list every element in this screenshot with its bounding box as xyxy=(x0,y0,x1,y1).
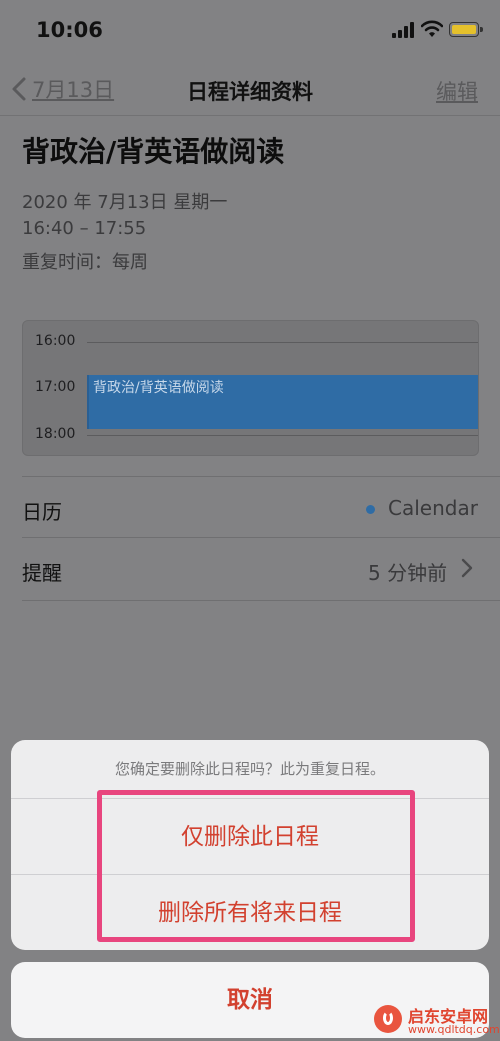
calendar-row-value[interactable]: Calendar xyxy=(388,496,478,520)
watermark-url: www.qdltdq.com xyxy=(408,1023,500,1036)
calendar-color-dot xyxy=(366,505,375,514)
cellular-signal-icon xyxy=(392,22,414,38)
action-sheet-message: 您确定要删除此日程吗？此为重复日程。 xyxy=(114,760,385,778)
event-title: 背政治/背英语做阅读 xyxy=(22,135,285,168)
wifi-icon xyxy=(421,20,443,37)
reminder-row-label: 提醒 xyxy=(22,561,62,585)
divider xyxy=(0,115,500,116)
page-title: 日程详细资料 xyxy=(187,80,313,104)
event-date: 2020 年 7月13日 星期一 xyxy=(22,192,228,213)
timeline-event-label: 背政治/背英语做阅读 xyxy=(93,380,224,396)
delete-future-events-button[interactable]: 删除所有将来日程 xyxy=(11,875,489,950)
day-timeline-preview: 16:00 17:00 18:00 背政治/背英语做阅读 xyxy=(22,320,479,456)
divider xyxy=(22,600,500,601)
watermark: 启东安卓网 www.qdltdq.com xyxy=(372,1001,500,1041)
hour-label: 18:00 xyxy=(35,426,76,442)
watermark-logo-icon xyxy=(374,1005,402,1033)
edit-button[interactable]: 编辑 xyxy=(436,76,478,106)
event-time-range: 16:40 – 17:55 xyxy=(22,218,147,239)
hour-label: 17:00 xyxy=(35,379,76,395)
event-repeat: 重复时间：每周 xyxy=(22,252,148,273)
chevron-right-icon xyxy=(461,558,473,578)
navigation-bar: 7月13日 日程详细资料 编辑 xyxy=(0,60,500,116)
hour-line xyxy=(87,435,478,436)
hour-line xyxy=(87,342,478,343)
calendar-row-label: 日历 xyxy=(22,500,62,524)
divider xyxy=(22,476,500,477)
battery-icon xyxy=(449,22,483,37)
divider xyxy=(22,537,500,538)
status-bar: 10:06 xyxy=(0,0,500,60)
delete-action-sheet: 您确定要删除此日程吗？此为重复日程。 仅删除此日程 删除所有将来日程 xyxy=(11,740,489,950)
status-time: 10:06 xyxy=(36,18,103,42)
reminder-row-value[interactable]: 5 分钟前 xyxy=(368,557,447,586)
timeline-event-block: 背政治/背英语做阅读 xyxy=(87,375,478,429)
delete-this-event-button[interactable]: 仅删除此日程 xyxy=(11,799,489,875)
hour-label: 16:00 xyxy=(35,333,76,349)
